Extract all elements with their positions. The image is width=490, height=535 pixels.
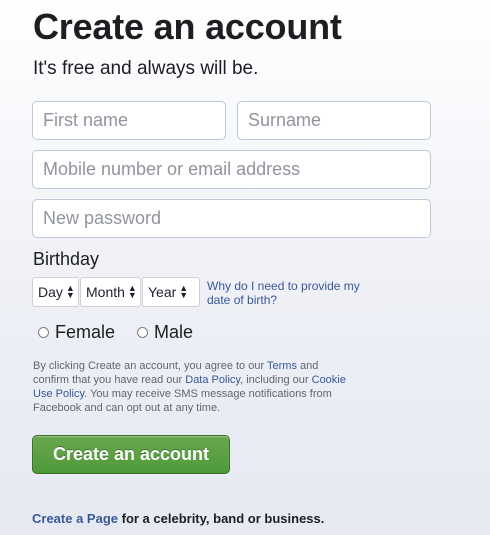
female-label: Female: [55, 322, 116, 342]
gender-male-option[interactable]: Male: [137, 322, 193, 343]
create-account-button[interactable]: Create an account: [32, 435, 230, 474]
select-arrows-icon: ▲ ▼: [179, 283, 189, 300]
page-title: Create an account: [33, 6, 342, 47]
birthday-day-select[interactable]: Day ▲ ▼: [32, 277, 79, 307]
why-birthday-link[interactable]: Why do I need to provide my date of birt…: [207, 279, 367, 307]
terms-link[interactable]: Terms: [267, 360, 297, 372]
select-arrows-icon: ▲ ▼: [127, 283, 137, 300]
terms-part-3: , including our: [240, 374, 312, 386]
contact-input[interactable]: [32, 150, 431, 189]
select-arrows-icon: ▲ ▼: [65, 283, 75, 300]
gender-female-option[interactable]: Female: [38, 322, 115, 343]
password-input[interactable]: [32, 199, 431, 238]
terms-part-1: By clicking Create an account, you agree…: [33, 360, 267, 372]
page-subtitle: It's free and always will be.: [33, 58, 259, 79]
birthday-month-select[interactable]: Month ▲ ▼: [80, 277, 141, 307]
month-select-value: Month: [86, 284, 125, 300]
footer: Create a Page for a celebrity, band or b…: [32, 511, 324, 526]
male-radio[interactable]: [137, 327, 148, 338]
first-name-input[interactable]: [32, 101, 226, 140]
footer-text: for a celebrity, band or business.: [118, 511, 325, 526]
male-label: Male: [154, 322, 194, 342]
create-page-link[interactable]: Create a Page: [32, 511, 118, 526]
birthday-year-select[interactable]: Year ▲ ▼: [142, 277, 200, 307]
data-policy-link[interactable]: Data Policy: [185, 374, 240, 386]
birthday-label: Birthday: [33, 249, 100, 269]
year-select-value: Year: [148, 284, 177, 300]
day-select-value: Day: [38, 284, 63, 300]
female-radio[interactable]: [38, 327, 49, 338]
terms-text: By clicking Create an account, you agree…: [33, 359, 353, 415]
surname-input[interactable]: [237, 101, 431, 140]
